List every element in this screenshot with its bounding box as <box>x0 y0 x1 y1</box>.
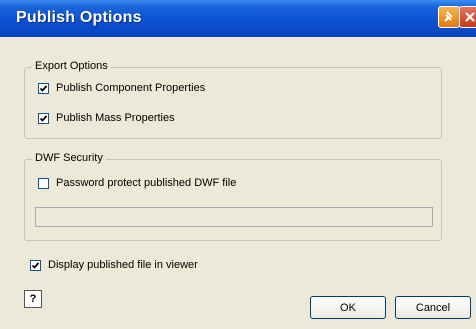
password-field[interactable] <box>35 207 433 227</box>
export-options-label: Export Options <box>32 60 111 72</box>
display-in-viewer-label: Display published file in viewer <box>48 259 198 271</box>
publish-component-properties-checkbox[interactable]: Publish Component Properties <box>38 82 205 94</box>
display-in-viewer-checkbox[interactable]: Display published file in viewer <box>30 259 198 271</box>
export-options-group: Export Options <box>24 60 442 139</box>
dwf-security-label: DWF Security <box>32 152 106 164</box>
dwf-security-group: DWF Security <box>24 152 442 241</box>
title-bar[interactable]: Publish Options <box>0 0 476 37</box>
publish-mass-properties-checkbox[interactable]: Publish Mass Properties <box>38 112 175 124</box>
help-icon: ? <box>29 293 37 305</box>
checkbox-box[interactable] <box>30 259 41 271</box>
checkbox-box[interactable] <box>38 112 49 124</box>
publish-mass-properties-label: Publish Mass Properties <box>56 112 175 124</box>
pin-button[interactable] <box>438 6 460 28</box>
checkmark-icon <box>39 114 48 122</box>
checkmark-icon <box>31 261 40 269</box>
cancel-button[interactable]: Cancel <box>395 296 471 319</box>
publish-options-dialog: Publish Options Export Options Publish C… <box>0 0 476 329</box>
ok-button[interactable]: OK <box>310 296 386 319</box>
close-icon <box>465 12 475 22</box>
checkmark-icon <box>39 84 48 92</box>
checkbox-box[interactable] <box>38 177 49 189</box>
password-protect-checkbox[interactable]: Password protect published DWF file <box>38 177 236 189</box>
close-button[interactable] <box>459 6 476 28</box>
publish-component-properties-label: Publish Component Properties <box>56 82 206 94</box>
dialog-title: Publish Options <box>16 9 142 26</box>
checkbox-box[interactable] <box>38 82 49 94</box>
password-protect-label: Password protect published DWF file <box>56 177 237 189</box>
help-button[interactable]: ? <box>24 290 42 308</box>
pin-icon <box>444 11 453 22</box>
